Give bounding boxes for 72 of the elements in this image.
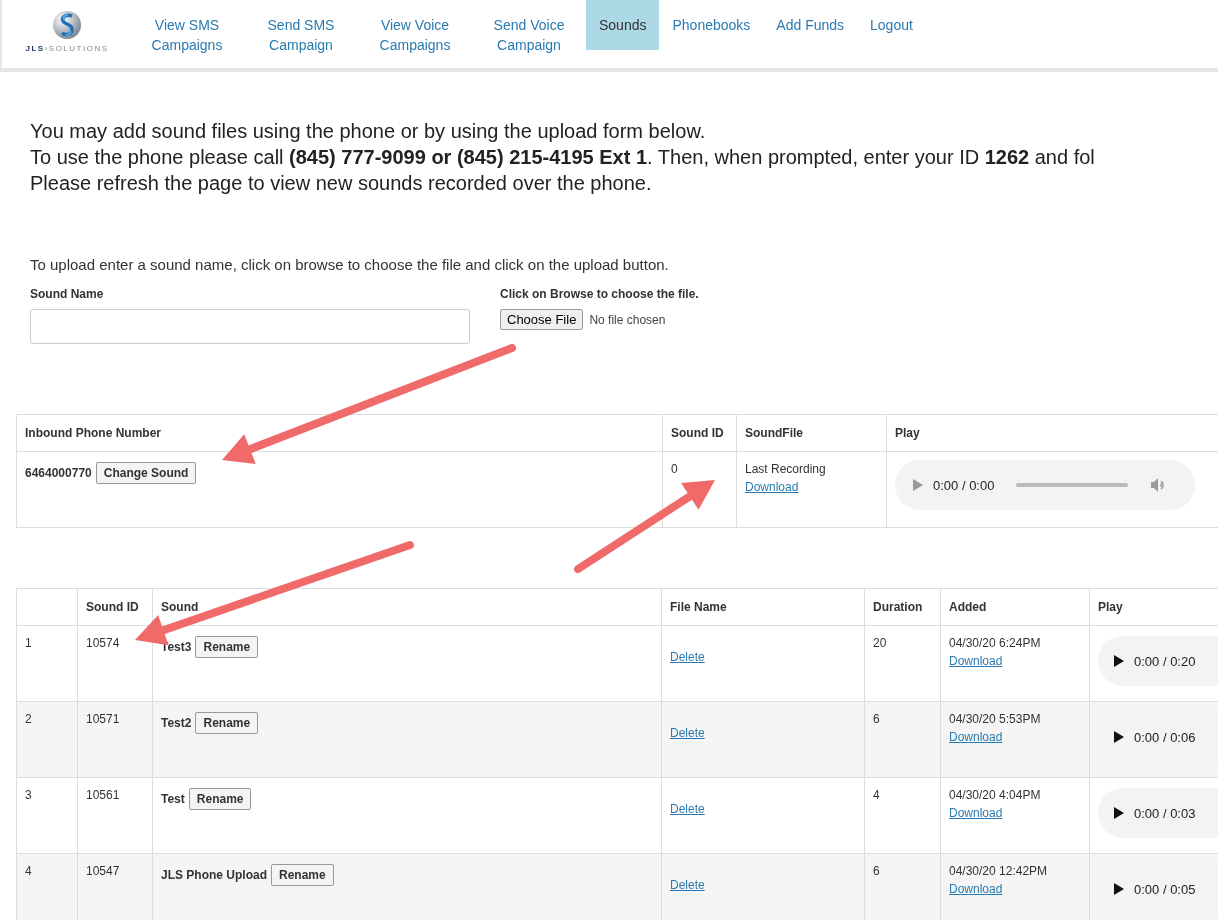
sound-file-text: Last Recording (745, 462, 827, 476)
field-label: Sound Name (30, 287, 105, 301)
column-header: Play (1090, 589, 1218, 626)
nav-link[interactable]: View SMS Campaigns (130, 0, 244, 63)
sound-name: Test (161, 792, 185, 806)
delete-link[interactable]: Delete (670, 878, 705, 892)
logo-wordmark: JLS›SOLUTIONS (25, 44, 109, 53)
date-text: 04/30/20 12:42PM (949, 864, 1049, 878)
column-header: SoundFile (737, 415, 887, 452)
table-cell: 10571 (78, 702, 153, 778)
play-icon (913, 479, 923, 491)
play-icon (1114, 807, 1124, 819)
play-icon (1114, 731, 1124, 743)
rename-button[interactable]: Rename (195, 636, 259, 658)
time-text: 0:00 / 0:00 (933, 477, 995, 493)
play-icon (1114, 883, 1124, 895)
download-link[interactable]: Download (949, 806, 1081, 820)
rename-button[interactable]: Rename (188, 788, 252, 810)
nav-link[interactable]: View Voice Campaigns (358, 0, 472, 63)
delete-link[interactable]: Delete (670, 650, 705, 664)
sound-name: JLS Phone Upload (161, 868, 267, 882)
intro-text: To use the phone please call (845) 777-9099 or (845) 215-4195 Ext 1. Then, when prompted, enter your ID 1262 and fol (30, 145, 1096, 170)
column-header: Added (941, 589, 1090, 626)
nav-link[interactable]: Phonebooks (659, 0, 764, 43)
intro-text: You may add sound files using the phone or by using the upload form below. (30, 119, 707, 144)
column-header: File Name (662, 589, 865, 626)
nav-link[interactable]: Logout (857, 0, 926, 43)
column-header: Sound ID (663, 415, 737, 452)
sound-name: Test2 (161, 716, 192, 730)
audio-player[interactable]: 0:00 / 0:05 (1098, 864, 1218, 914)
time-text: 0:00 / 0:20 (1134, 653, 1196, 669)
nav-link[interactable]: Send SMS Campaign (244, 0, 358, 63)
rename-button[interactable]: Rename (271, 864, 334, 886)
date-text: 04/30/20 5:53PM (949, 712, 1042, 726)
volume-icon (1150, 477, 1167, 493)
table-cell: 2 (17, 702, 78, 778)
date-text: 04/30/20 6:24PM (949, 636, 1042, 650)
download-link[interactable]: Download (949, 654, 1081, 668)
date-text: 04/30/20 4:04PM (949, 788, 1042, 802)
time-text: 0:00 / 0:03 (1134, 805, 1196, 821)
column-header: Play (887, 415, 1218, 452)
audio-player[interactable]: 0:00 / 0:03 (1098, 788, 1218, 838)
column-header: Duration (865, 589, 941, 626)
file-status-text: No file chosen (589, 312, 666, 327)
nav-link[interactable]: Send Voice Campaign (472, 0, 586, 63)
change-sound-button[interactable]: Change Sound (95, 462, 197, 484)
instructions-text: To upload enter a sound name, click on browse to choose the file and click on the upload button. (30, 256, 670, 273)
seek-bar[interactable] (1016, 483, 1129, 487)
logo-icon (52, 10, 82, 40)
table-cell: 6 (865, 702, 941, 778)
audio-player[interactable]: 0:00 / 0:06 (1098, 712, 1218, 762)
sound-name-field[interactable] (30, 309, 470, 344)
field-label: Click on Browse to choose the file. (500, 287, 699, 301)
time-text: 0:00 / 0:05 (1134, 881, 1196, 897)
intro-text: Please refresh the page to view new sounds recorded over the phone. (30, 171, 653, 196)
delete-link[interactable]: Delete (670, 802, 705, 816)
time-text: 0:00 / 0:06 (1134, 729, 1196, 745)
phone-number: 6464000770 (25, 466, 92, 480)
download-link[interactable]: Download (745, 480, 878, 494)
rename-button[interactable]: Rename (195, 712, 259, 734)
table-cell: 10547 (78, 854, 153, 920)
download-link[interactable]: Download (949, 730, 1081, 744)
play-icon (1114, 655, 1124, 667)
table-cell: 4 (17, 854, 78, 920)
table-cell: 6 (865, 854, 941, 920)
choose-file-button[interactable]: Choose File (500, 309, 584, 330)
audio-player[interactable]: 0:00 / 0:20 (1098, 636, 1218, 686)
delete-link[interactable]: Delete (670, 726, 705, 740)
audio-player[interactable]: 0:00 / 0:00 (895, 460, 1195, 510)
download-link[interactable]: Download (949, 882, 1081, 896)
nav-link[interactable]: Add Funds (763, 0, 858, 43)
nav-link[interactable]: Sounds (586, 0, 660, 50)
